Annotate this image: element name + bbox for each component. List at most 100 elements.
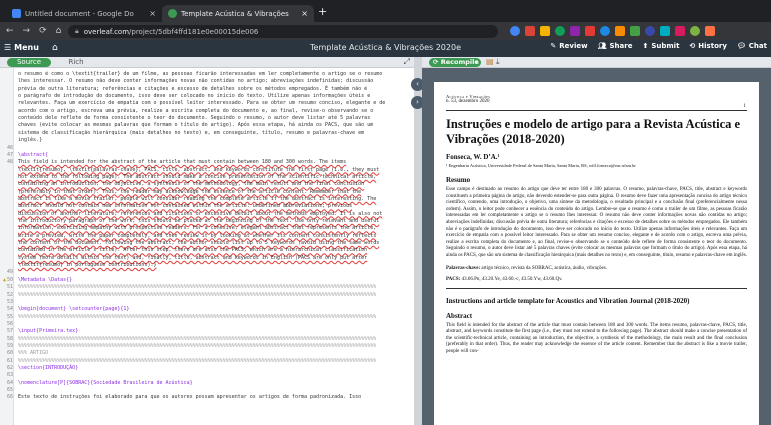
- paper-authors: Fonseca, W. D’A.¹: [446, 153, 500, 161]
- warning-icon[interactable]: ▲: [3, 277, 6, 284]
- code-line: abstract is like a movie trailer, people…: [0, 196, 414, 203]
- code-text: %%%%%%%%%%%%%%%%%%%%%%%%%%%%%%%%%%%%%%%%…: [18, 342, 377, 349]
- extension-icon[interactable]: [615, 26, 625, 36]
- line-number: 54: [6, 306, 13, 313]
- history-icon: ⟲: [689, 42, 696, 50]
- line-number: 63: [6, 372, 13, 379]
- line-number: 46: [6, 144, 13, 151]
- download-icon[interactable]: ⤓: [496, 57, 500, 67]
- line-number: 59: [6, 342, 13, 349]
- logs-icon[interactable]: ▤: [486, 57, 494, 66]
- refresh-icon: ⟳: [433, 58, 441, 66]
- code-text: %%%%%%%%%%%%%%%%%%%%%%%%%%%%%%%%%%%%%%%%…: [18, 357, 377, 364]
- journal-issue: n. 53, dezembro 2020: [446, 99, 490, 104]
- forward-icon[interactable]: →: [23, 26, 31, 36]
- browser-tab-bar: Untitled document - Google Do × Template…: [0, 0, 771, 22]
- share-icon: 👥︎: [597, 42, 607, 50]
- code-line: lhes interessar. O resumo não deve conte…: [0, 78, 414, 85]
- home-icon[interactable]: ⌂: [52, 43, 58, 53]
- extension-icon[interactable]: [540, 26, 550, 36]
- reload-icon[interactable]: ⟳: [39, 26, 47, 36]
- new-tab-button[interactable]: +: [318, 6, 327, 18]
- line-number: 47: [6, 151, 13, 158]
- extension-icon[interactable]: [690, 26, 700, 36]
- browser-tab-docs[interactable]: Untitled document - Google Do ×: [6, 5, 162, 22]
- extension-icon[interactable]: [600, 26, 610, 36]
- expand-icon[interactable]: ⤢: [404, 57, 410, 67]
- code-text: write a preview, write the paper complet…: [18, 232, 377, 239]
- code-text: the introductory paragraph of the work; …: [18, 218, 380, 224]
- extension-icon[interactable]: [705, 26, 715, 36]
- code-text: information, exercising empathy with pro…: [18, 225, 377, 232]
- line-number: 58: [6, 335, 13, 342]
- code-line: 58%%%%%%%%%%%%%%%%%%%%%%%%%%%%%%%%%%%%%%…: [0, 336, 414, 343]
- submit-button[interactable]: ⬆ Submit: [642, 42, 679, 50]
- extension-icon[interactable]: [660, 26, 670, 36]
- close-icon[interactable]: ×: [149, 9, 156, 18]
- code-line: relevantes. Faça um exercício de empatia…: [0, 100, 414, 107]
- editor-toolbar: Source Rich Text ⤢: [0, 57, 414, 75]
- tab-label: Untitled document - Google Do: [25, 9, 134, 18]
- source-mode-button[interactable]: Source: [7, 58, 51, 67]
- code-line: contained in the article's title). After…: [0, 247, 414, 254]
- code-line: o parágrafo de introdução do documento, …: [0, 93, 414, 100]
- code-text: the content of the document. Following t…: [18, 240, 380, 247]
- code-editor[interactable]: o resumo é como o \textit{trailer} de um…: [0, 68, 414, 425]
- close-icon[interactable]: ×: [301, 9, 308, 18]
- code-line: 56: [0, 321, 414, 328]
- code-line: the introductory paragraph of the work; …: [0, 218, 414, 225]
- extension-icon[interactable]: [555, 26, 565, 36]
- extension-icon[interactable]: [630, 26, 640, 36]
- extension-icon[interactable]: [525, 26, 535, 36]
- chat-button[interactable]: 💬︎ Chat: [737, 42, 767, 50]
- line-number: 56: [6, 320, 13, 327]
- code-line: sistema de classificação hierárquica (ma…: [0, 130, 414, 137]
- code-text: (preferably in that order). Thus, the re…: [18, 188, 362, 195]
- review-button[interactable]: ✎ Review: [550, 42, 587, 50]
- extension-icon[interactable]: [585, 26, 595, 36]
- resumo-heading: Resumo: [446, 176, 471, 184]
- paper-title: Instruções e modelo de artigo para a Rev…: [446, 117, 741, 146]
- code-line: chaves (evite colocar as mesmas palavras…: [0, 122, 414, 129]
- keywords-label: Palavras-chave:: [446, 265, 481, 271]
- menu-button[interactable]: ☰ Menu: [4, 43, 39, 52]
- code-line: 49: [0, 269, 414, 276]
- code-line: 47 \abstract{: [0, 152, 414, 159]
- line-number: 66: [6, 394, 13, 401]
- chevron-down-icon[interactable]: ▾: [475, 58, 478, 67]
- code-text: sistema de classificação hierárquica (ma…: [18, 129, 365, 136]
- home-icon[interactable]: ⌂: [56, 26, 62, 36]
- code-line: 54 \begin{document} \setcounter{page}{1}: [0, 306, 414, 313]
- pane-divider[interactable]: [414, 57, 422, 425]
- code-line: \textit{resumo} in portuguese contributi…: [0, 262, 414, 269]
- code-text: %%%%%%%%%%%%%%%%%%%%%%%%%%%%%%%%%%%%%%%%…: [18, 291, 377, 298]
- code-text: not extend to the following page). The a…: [18, 173, 377, 180]
- recompile-button[interactable]: ⟳ Recompile ▾: [429, 58, 481, 67]
- extension-icon[interactable]: [570, 26, 580, 36]
- code-line: 48 This field is intended for the abstrac…: [0, 159, 414, 166]
- code-text: \textit{resumo} in portuguese contributi…: [18, 262, 157, 269]
- abstract-text: This field is intended for the abstract …: [446, 322, 747, 354]
- code-text: contained in the article's title). After…: [18, 247, 368, 254]
- paper-affiliation: ¹ Engenharia Acústica, Universidade Fede…: [446, 163, 636, 168]
- browser-tab-overleaf[interactable]: Template Acústica & Vibrações ×: [162, 5, 314, 22]
- richtext-mode-button[interactable]: Rich Text: [54, 58, 98, 75]
- header-rule: [446, 110, 747, 111]
- code-line: 55%%%%%%%%%%%%%%%%%%%%%%%%%%%%%%%%%%%%%%…: [0, 314, 414, 321]
- code-line: 46: [0, 145, 414, 152]
- code-line: prévia de outra literatura; referências …: [0, 86, 414, 93]
- tab-label: Template Acústica & Vibrações: [181, 9, 289, 18]
- lock-icon: 🔒︎: [75, 27, 79, 35]
- back-icon[interactable]: ←: [6, 26, 14, 36]
- history-button[interactable]: ⟲ History: [689, 42, 726, 50]
- pacs-label: PACS:: [446, 276, 461, 282]
- share-button[interactable]: 👥︎ Share: [598, 42, 633, 50]
- code-line: 59%%%%%%%%%%%%%%%%%%%%%%%%%%%%%%%%%%%%%%…: [0, 343, 414, 350]
- address-bar[interactable]: 🔒︎ overleaf.com /project/5dbf4ffd181e0e0…: [68, 25, 498, 38]
- extension-icon[interactable]: [645, 26, 655, 36]
- pdf-viewer[interactable]: Acústica e Vibrações n. 53, dezembro 202…: [422, 68, 771, 425]
- extension-icon[interactable]: [675, 26, 685, 36]
- address-path: /project/5dbf4ffd181e0e00015de006: [129, 27, 259, 36]
- code-line: not extend to the following page). The a…: [0, 174, 414, 181]
- extension-icon[interactable]: [510, 26, 520, 36]
